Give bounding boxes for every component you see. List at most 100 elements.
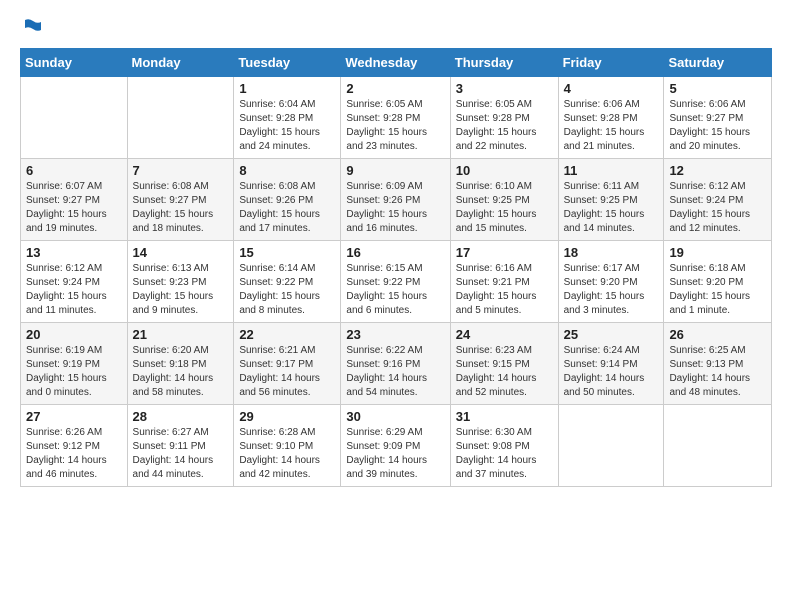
header <box>20 16 772 38</box>
calendar-cell: 24 Sunrise: 6:23 AM Sunset: 9:15 PM Dayli… <box>450 323 558 405</box>
calendar-cell: 4 Sunrise: 6:06 AM Sunset: 9:28 PM Daylig… <box>558 77 664 159</box>
day-detail: Sunrise: 6:20 AM Sunset: 9:18 PM Dayligh… <box>133 344 229 400</box>
calendar-cell: 3 Sunrise: 6:05 AM Sunset: 9:28 PM Daylig… <box>450 77 558 159</box>
calendar-week-row: 13 Sunrise: 6:12 AM Sunset: 9:24 PM Dayli… <box>21 241 772 323</box>
day-detail: Sunrise: 6:17 AM Sunset: 9:20 PM Dayligh… <box>564 262 659 318</box>
weekday-header: Wednesday <box>341 49 450 77</box>
logo-icon <box>21 16 43 38</box>
day-detail: Sunrise: 6:07 AM Sunset: 9:27 PM Dayligh… <box>26 180 122 236</box>
day-number: 8 <box>239 163 335 178</box>
calendar-cell: 11 Sunrise: 6:11 AM Sunset: 9:25 PM Dayli… <box>558 159 664 241</box>
calendar-cell <box>664 405 772 487</box>
day-detail: Sunrise: 6:10 AM Sunset: 9:25 PM Dayligh… <box>456 180 553 236</box>
day-detail: Sunrise: 6:11 AM Sunset: 9:25 PM Dayligh… <box>564 180 659 236</box>
calendar-cell: 7 Sunrise: 6:08 AM Sunset: 9:27 PM Daylig… <box>127 159 234 241</box>
day-number: 1 <box>239 81 335 96</box>
logo <box>20 16 43 38</box>
calendar-cell: 6 Sunrise: 6:07 AM Sunset: 9:27 PM Daylig… <box>21 159 128 241</box>
day-detail: Sunrise: 6:28 AM Sunset: 9:10 PM Dayligh… <box>239 426 335 482</box>
day-detail: Sunrise: 6:29 AM Sunset: 9:09 PM Dayligh… <box>346 426 444 482</box>
day-detail: Sunrise: 6:15 AM Sunset: 9:22 PM Dayligh… <box>346 262 444 318</box>
day-number: 30 <box>346 409 444 424</box>
calendar-cell: 1 Sunrise: 6:04 AM Sunset: 9:28 PM Daylig… <box>234 77 341 159</box>
day-number: 24 <box>456 327 553 342</box>
calendar-cell: 19 Sunrise: 6:18 AM Sunset: 9:20 PM Dayli… <box>664 241 772 323</box>
day-detail: Sunrise: 6:06 AM Sunset: 9:27 PM Dayligh… <box>669 98 766 154</box>
calendar-cell: 31Sunrise: 6:30 AM Sunset: 9:08 PM Dayli… <box>450 405 558 487</box>
calendar-cell: 23 Sunrise: 6:22 AM Sunset: 9:16 PM Dayli… <box>341 323 450 405</box>
calendar-table: SundayMondayTuesdayWednesdayThursdayFrid… <box>20 48 772 487</box>
day-detail: Sunrise: 6:09 AM Sunset: 9:26 PM Dayligh… <box>346 180 444 236</box>
day-detail: Sunrise: 6:13 AM Sunset: 9:23 PM Dayligh… <box>133 262 229 318</box>
calendar-cell <box>127 77 234 159</box>
calendar-cell: 8 Sunrise: 6:08 AM Sunset: 9:26 PM Daylig… <box>234 159 341 241</box>
calendar-week-row: 20 Sunrise: 6:19 AM Sunset: 9:19 PM Dayli… <box>21 323 772 405</box>
day-detail: Sunrise: 6:05 AM Sunset: 9:28 PM Dayligh… <box>456 98 553 154</box>
day-number: 29 <box>239 409 335 424</box>
day-number: 26 <box>669 327 766 342</box>
calendar-cell: 15 Sunrise: 6:14 AM Sunset: 9:22 PM Dayli… <box>234 241 341 323</box>
day-detail: Sunrise: 6:18 AM Sunset: 9:20 PM Dayligh… <box>669 262 766 318</box>
day-number: 7 <box>133 163 229 178</box>
day-detail: Sunrise: 6:22 AM Sunset: 9:16 PM Dayligh… <box>346 344 444 400</box>
day-number: 23 <box>346 327 444 342</box>
day-number: 11 <box>564 163 659 178</box>
day-number: 12 <box>669 163 766 178</box>
weekday-header: Tuesday <box>234 49 341 77</box>
day-number: 18 <box>564 245 659 260</box>
day-number: 17 <box>456 245 553 260</box>
day-detail: Sunrise: 6:21 AM Sunset: 9:17 PM Dayligh… <box>239 344 335 400</box>
day-detail: Sunrise: 6:06 AM Sunset: 9:28 PM Dayligh… <box>564 98 659 154</box>
day-detail: Sunrise: 6:08 AM Sunset: 9:26 PM Dayligh… <box>239 180 335 236</box>
day-number: 2 <box>346 81 444 96</box>
day-number: 4 <box>564 81 659 96</box>
day-number: 22 <box>239 327 335 342</box>
calendar-header-row: SundayMondayTuesdayWednesdayThursdayFrid… <box>21 49 772 77</box>
calendar-cell: 28 Sunrise: 6:27 AM Sunset: 9:11 PM Dayli… <box>127 405 234 487</box>
calendar-cell: 16Sunrise: 6:15 AM Sunset: 9:22 PM Dayli… <box>341 241 450 323</box>
day-number: 15 <box>239 245 335 260</box>
day-number: 25 <box>564 327 659 342</box>
day-number: 28 <box>133 409 229 424</box>
day-number: 10 <box>456 163 553 178</box>
calendar-cell: 29 Sunrise: 6:28 AM Sunset: 9:10 PM Dayli… <box>234 405 341 487</box>
calendar-cell: 27Sunrise: 6:26 AM Sunset: 9:12 PM Dayli… <box>21 405 128 487</box>
day-detail: Sunrise: 6:16 AM Sunset: 9:21 PM Dayligh… <box>456 262 553 318</box>
day-detail: Sunrise: 6:23 AM Sunset: 9:15 PM Dayligh… <box>456 344 553 400</box>
calendar-cell: 20 Sunrise: 6:19 AM Sunset: 9:19 PM Dayli… <box>21 323 128 405</box>
weekday-header: Sunday <box>21 49 128 77</box>
day-number: 21 <box>133 327 229 342</box>
day-detail: Sunrise: 6:27 AM Sunset: 9:11 PM Dayligh… <box>133 426 229 482</box>
calendar-cell: 25 Sunrise: 6:24 AM Sunset: 9:14 PM Dayli… <box>558 323 664 405</box>
day-detail: Sunrise: 6:30 AM Sunset: 9:08 PM Dayligh… <box>456 426 553 482</box>
calendar-week-row: 6 Sunrise: 6:07 AM Sunset: 9:27 PM Daylig… <box>21 159 772 241</box>
day-number: 3 <box>456 81 553 96</box>
day-number: 19 <box>669 245 766 260</box>
calendar-cell: 22 Sunrise: 6:21 AM Sunset: 9:17 PM Dayli… <box>234 323 341 405</box>
day-detail: Sunrise: 6:14 AM Sunset: 9:22 PM Dayligh… <box>239 262 335 318</box>
day-detail: Sunrise: 6:12 AM Sunset: 9:24 PM Dayligh… <box>26 262 122 318</box>
day-detail: Sunrise: 6:25 AM Sunset: 9:13 PM Dayligh… <box>669 344 766 400</box>
calendar-cell: 5 Sunrise: 6:06 AM Sunset: 9:27 PM Daylig… <box>664 77 772 159</box>
calendar-cell: 14 Sunrise: 6:13 AM Sunset: 9:23 PM Dayli… <box>127 241 234 323</box>
calendar-cell: 21 Sunrise: 6:20 AM Sunset: 9:18 PM Dayli… <box>127 323 234 405</box>
day-detail: Sunrise: 6:08 AM Sunset: 9:27 PM Dayligh… <box>133 180 229 236</box>
day-number: 6 <box>26 163 122 178</box>
day-detail: Sunrise: 6:04 AM Sunset: 9:28 PM Dayligh… <box>239 98 335 154</box>
page: SundayMondayTuesdayWednesdayThursdayFrid… <box>0 0 792 612</box>
day-number: 20 <box>26 327 122 342</box>
calendar-cell: 2 Sunrise: 6:05 AM Sunset: 9:28 PM Daylig… <box>341 77 450 159</box>
calendar-cell: 17 Sunrise: 6:16 AM Sunset: 9:21 PM Dayli… <box>450 241 558 323</box>
day-number: 5 <box>669 81 766 96</box>
calendar-cell: 18 Sunrise: 6:17 AM Sunset: 9:20 PM Dayli… <box>558 241 664 323</box>
day-number: 27 <box>26 409 122 424</box>
calendar-cell: 9Sunrise: 6:09 AM Sunset: 9:26 PM Daylig… <box>341 159 450 241</box>
weekday-header: Friday <box>558 49 664 77</box>
calendar-cell <box>21 77 128 159</box>
day-number: 13 <box>26 245 122 260</box>
day-detail: Sunrise: 6:19 AM Sunset: 9:19 PM Dayligh… <box>26 344 122 400</box>
calendar-cell: 13 Sunrise: 6:12 AM Sunset: 9:24 PM Dayli… <box>21 241 128 323</box>
day-detail: Sunrise: 6:05 AM Sunset: 9:28 PM Dayligh… <box>346 98 444 154</box>
day-number: 14 <box>133 245 229 260</box>
day-detail: Sunrise: 6:24 AM Sunset: 9:14 PM Dayligh… <box>564 344 659 400</box>
